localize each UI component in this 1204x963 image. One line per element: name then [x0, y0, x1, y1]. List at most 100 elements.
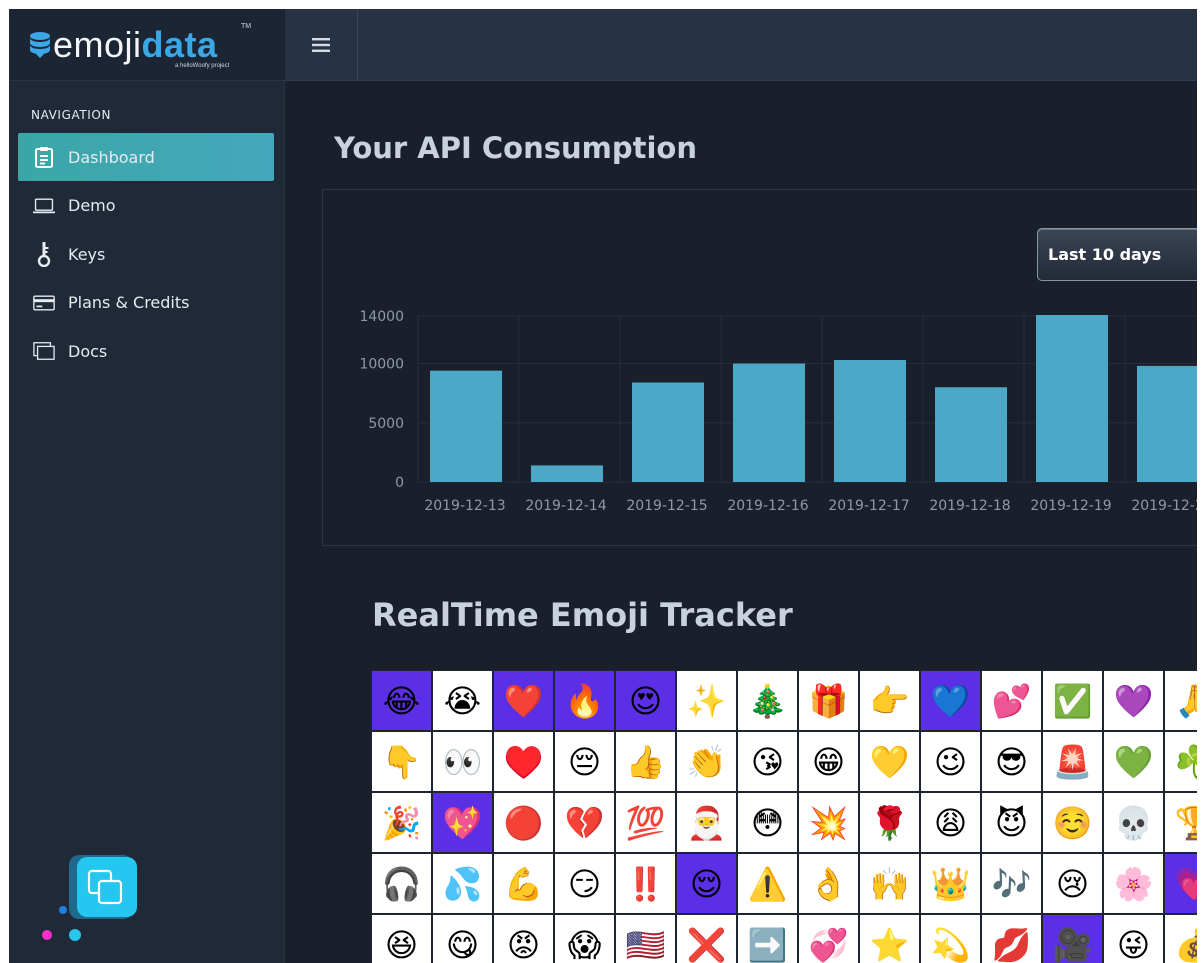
emoji-cell[interactable]: 🎥 [1042, 914, 1103, 963]
chat-widget-button[interactable] [33, 849, 143, 949]
emoji-cell[interactable]: ✅ [1042, 670, 1103, 731]
emoji-cell[interactable]: 🚨 [1042, 731, 1103, 792]
emoji-cell[interactable]: 😔 [554, 731, 615, 792]
emoji-cell[interactable]: 👉 [859, 670, 920, 731]
emoji-cell[interactable]: 😆 [371, 914, 432, 963]
emoji-cell[interactable]: ❤️ [493, 670, 554, 731]
sidebar-item-demo[interactable]: Demo [18, 182, 274, 230]
emoji-cell[interactable]: 😏 [554, 853, 615, 914]
emoji-cell[interactable]: 💕 [981, 670, 1042, 731]
app-window: emojidata TM a helloWoofy project NAVIGA… [9, 9, 1197, 963]
emoji-cell[interactable]: 💦 [432, 853, 493, 914]
emoji-cell[interactable]: 😜 [1103, 914, 1164, 963]
emoji-cell[interactable]: 😱 [554, 914, 615, 963]
emoji-cell[interactable]: ♥️ [493, 731, 554, 792]
emoji-cell[interactable]: 💗 [1164, 853, 1197, 914]
emoji-cell[interactable]: ✨ [676, 670, 737, 731]
emoji-cell[interactable]: 💯 [615, 792, 676, 853]
sidebar-item-dashboard[interactable]: Dashboard [18, 133, 274, 181]
brand-subtitle: a helloWoofy project [175, 63, 230, 69]
bar [1137, 365, 1197, 482]
emoji-cell[interactable]: 😉 [920, 731, 981, 792]
emoji-cell[interactable]: 💖 [432, 792, 493, 853]
emoji-cell[interactable]: 😂 [371, 670, 432, 731]
sidebar-item-docs[interactable]: Docs [18, 327, 274, 375]
emoji-cell[interactable]: 🎅 [676, 792, 737, 853]
x-tick-label: 2019-12-16 [727, 498, 808, 514]
date-range-select[interactable]: Last 10 days [1037, 228, 1197, 281]
emoji-cell[interactable]: 🎶 [981, 853, 1042, 914]
emoji-cell[interactable]: 👍 [615, 731, 676, 792]
emoji-cell[interactable]: 😩 [920, 792, 981, 853]
sidebar-item-keys[interactable]: Keys [18, 230, 274, 278]
emoji-cell[interactable]: 🌹 [859, 792, 920, 853]
emoji-cell[interactable]: 🎄 [737, 670, 798, 731]
emoji-cell[interactable]: 🇺🇸 [615, 914, 676, 963]
key-icon [33, 242, 55, 268]
y-tick-label: 14000 [359, 309, 404, 325]
laptop-icon [33, 195, 55, 217]
emoji-cell[interactable]: 💛 [859, 731, 920, 792]
bar [834, 360, 906, 482]
emoji-cell[interactable]: ❌ [676, 914, 737, 963]
emoji-cell[interactable]: 🙏 [1164, 670, 1197, 731]
emoji-cell[interactable]: ☺️ [1042, 792, 1103, 853]
emoji-cell[interactable]: 💪 [493, 853, 554, 914]
emoji-cell[interactable]: 💜 [1103, 670, 1164, 731]
emoji-cell[interactable]: 🔥 [554, 670, 615, 731]
x-tick-label: 2019-12-18 [929, 498, 1010, 514]
emoji-cell[interactable]: 💫 [920, 914, 981, 963]
emoji-cell[interactable]: 😎 [981, 731, 1042, 792]
emoji-cell[interactable]: 👇 [371, 731, 432, 792]
emojidata-logo[interactable]: emojidata TM a helloWoofy project [29, 19, 259, 71]
emoji-cell[interactable]: 👑 [920, 853, 981, 914]
emoji-cell[interactable]: 😘 [737, 731, 798, 792]
emoji-cell[interactable]: ‼️ [615, 853, 676, 914]
bar [733, 363, 805, 482]
page-title: Your API Consumption [334, 131, 697, 165]
emoji-cell[interactable]: 🏆 [1164, 792, 1197, 853]
emoji-cell[interactable]: 🙌 [859, 853, 920, 914]
x-tick-label: 2019-12-17 [828, 498, 909, 514]
emoji-cell[interactable]: 🌸 [1103, 853, 1164, 914]
bar [430, 370, 502, 482]
emoji-cell[interactable]: 😭 [432, 670, 493, 731]
brand-header: emojidata TM a helloWoofy project [9, 9, 285, 81]
emoji-cell[interactable]: 💰 [1164, 914, 1197, 963]
hamburger-menu-icon[interactable] [285, 9, 358, 81]
emoji-cell[interactable]: ⭐ [859, 914, 920, 963]
emoji-cell[interactable]: 💙 [920, 670, 981, 731]
emoji-cell[interactable]: 😈 [981, 792, 1042, 853]
sidebar: emojidata TM a helloWoofy project NAVIGA… [9, 9, 285, 963]
emoji-cell[interactable]: 👀 [432, 731, 493, 792]
emoji-cell[interactable]: 💚 [1103, 731, 1164, 792]
emoji-cell[interactable]: 😌 [676, 853, 737, 914]
x-tick-label: 2019-12-19 [1030, 498, 1111, 514]
emoji-cell[interactable]: 💥 [798, 792, 859, 853]
emoji-cell[interactable]: 🎁 [798, 670, 859, 731]
emoji-cell[interactable]: 🔴 [493, 792, 554, 853]
emoji-cell[interactable]: ☘️ [1164, 731, 1197, 792]
emoji-cell[interactable]: 😡 [493, 914, 554, 963]
emoji-cell[interactable]: ➡️ [737, 914, 798, 963]
emoji-cell[interactable]: 😋 [432, 914, 493, 963]
emoji-cell[interactable]: 💋 [981, 914, 1042, 963]
emoji-cell[interactable]: 💀 [1103, 792, 1164, 853]
sidebar-item-plans-credits[interactable]: Plans & Credits [18, 279, 274, 327]
emoji-cell[interactable]: 👌 [798, 853, 859, 914]
y-tick-label: 0 [395, 475, 404, 491]
emoji-cell[interactable]: 🎉 [371, 792, 432, 853]
emoji-cell[interactable]: 💔 [554, 792, 615, 853]
emoji-cell[interactable]: 😍 [615, 670, 676, 731]
bar [935, 387, 1007, 482]
sidebar-item-label: Plans & Credits [68, 293, 190, 313]
emoji-cell[interactable]: 😢 [1042, 853, 1103, 914]
emoji-cell[interactable]: 🎧 [371, 853, 432, 914]
emoji-cell[interactable]: 😳 [737, 792, 798, 853]
sidebar-item-label: Docs [68, 341, 108, 361]
emoji-cell[interactable]: 😁 [798, 731, 859, 792]
sidebar-item-label: Demo [68, 196, 116, 216]
emoji-cell[interactable]: ⚠️ [737, 853, 798, 914]
emoji-cell[interactable]: 👏 [676, 731, 737, 792]
emoji-cell[interactable]: 💞 [798, 914, 859, 963]
